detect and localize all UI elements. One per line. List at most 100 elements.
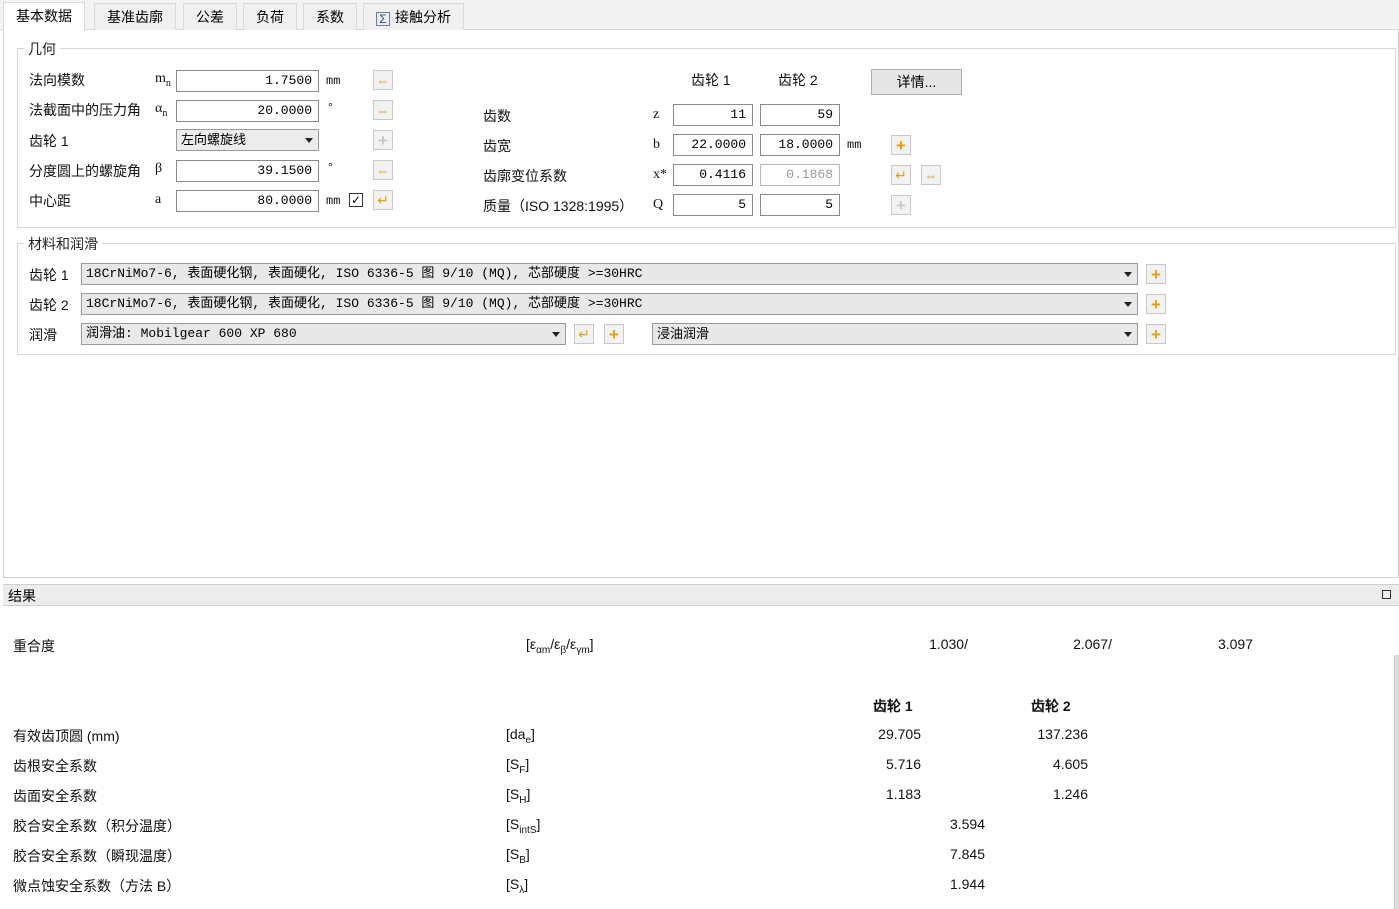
tab-load[interactable]: 负荷 [243,3,297,30]
swap-arrows-icon[interactable]: ⇔ [921,165,941,185]
arrow-left-icon[interactable]: ↵ [373,190,393,210]
result-row-gear1-value: 5.716 [885,756,921,772]
plus-icon[interactable]: + [373,130,393,150]
quality-label: 质量（ISO 1328:1995） [483,198,634,214]
swap-arrows-icon[interactable]: ⇔ [373,70,393,90]
quality-symbol: Q [653,197,664,212]
face-width-symbol: b [653,137,660,152]
material-gear2-select[interactable]: 18CrNiMo7-6, 表面硬化钢, 表面硬化, ISO 6336-5 图 9… [81,293,1138,315]
lubricant-select[interactable]: 润滑油: Mobilgear 600 XP 680 [81,323,566,345]
helix-angle-unit: ° [328,160,333,174]
results-gear2-header: 齿轮 2 [1031,698,1071,714]
lubricant-value: 润滑油: Mobilgear 600 XP 680 [86,326,297,341]
helix-angle-symbol: β [155,161,163,176]
tab-label: 接触分析 [395,9,451,25]
tab-basic-data[interactable]: 基本数据 [3,2,85,30]
profile-shift-gear2-input: 0.1868 [760,164,840,186]
chevron-down-icon [305,138,313,143]
material-gear1-label: 齿轮 1 [29,267,69,283]
plus-icon[interactable]: + [1146,324,1166,344]
tab-tolerance[interactable]: 公差 [183,3,237,30]
arrow-left-icon[interactable]: ↵ [574,324,594,344]
plus-icon[interactable]: + [1146,294,1166,314]
teeth-gear1-input[interactable]: 11 [673,104,753,126]
tab-reference-profile[interactable]: 基准齿廓 [94,3,176,30]
gear1-header: 齿轮 1 [691,72,731,88]
plus-icon[interactable]: + [604,324,624,344]
material-gear2-label: 齿轮 2 [29,297,69,313]
result-row-symbol: [SintS] [506,816,541,836]
teeth-symbol: z [653,107,660,122]
chevron-down-icon [1124,302,1132,307]
lubrication-type-select[interactable]: 浸油润滑 [652,323,1138,345]
overlap-value-1: 1.030/ [929,636,968,652]
tab-label: 基准齿廓 [107,9,163,25]
chevron-down-icon [1124,332,1132,337]
normal-module-unit: mm [326,74,341,88]
face-width-gear1-input[interactable]: 22.0000 [673,134,753,156]
overlap-value-2: 2.067/ [1073,636,1112,652]
tab-contact-analysis[interactable]: Σ 接触分析 [363,3,464,30]
swap-arrows-icon[interactable]: ⇔ [373,160,393,180]
pressure-angle-unit: ° [328,100,333,114]
quality-gear1-input[interactable]: 5 [673,194,753,216]
lubrication-type-value: 浸油润滑 [657,326,710,341]
tab-label: 基本数据 [16,8,72,24]
result-row-symbol: [Sλ] [506,876,529,896]
teeth-label: 齿数 [483,108,511,124]
lubrication-label: 润滑 [29,327,57,343]
results-gear1-header: 齿轮 1 [873,698,913,714]
result-row-gear2-value: 137.236 [1037,726,1088,742]
helix-direction-value: 左向螺旋线 [181,132,247,147]
helix-angle-label: 分度圆上的螺旋角 [29,163,141,179]
chevron-down-icon [552,332,560,337]
swap-arrows-icon[interactable]: ⇔ [373,100,393,120]
result-row-symbol: [SB] [506,846,530,866]
center-distance-checkbox[interactable]: ✓ [349,193,363,207]
profile-shift-gear1-input[interactable]: 0.4116 [673,164,753,186]
result-row-gear1-value: 1.183 [885,786,921,802]
plus-icon[interactable]: + [1146,264,1166,284]
pressure-angle-label: 法截面中的压力角 [29,102,141,118]
result-row-label: 微点蚀安全系数（方法 B） [13,878,181,894]
tab-factors[interactable]: 系数 [303,3,357,30]
quality-gear2-input[interactable]: 5 [760,194,840,216]
helix-angle-input[interactable]: 39.1500 [176,160,319,182]
results-title: 结果 [8,588,36,604]
tab-label: 负荷 [256,9,284,25]
overlap-value-3: 3.097 [1217,636,1253,652]
material-gear1-select[interactable]: 18CrNiMo7-6, 表面硬化钢, 表面硬化, ISO 6336-5 图 9… [81,263,1138,285]
details-button[interactable]: 详情... [871,69,962,95]
result-row-gear1-value: 29.705 [878,726,921,742]
sigma-icon: Σ [376,12,390,26]
results-scrollbar[interactable] [1394,655,1399,909]
geometry-title: 几何 [24,39,60,59]
result-row-label: 有效齿顶圆 (mm) [13,728,120,744]
arrow-left-icon[interactable]: ↵ [891,165,911,185]
face-width-label: 齿宽 [483,138,511,154]
face-width-unit: mm [847,138,862,152]
plus-icon[interactable]: + [891,135,911,155]
result-row-symbol: [dae] [506,726,535,746]
result-row-gear2-value: 1.246 [1052,786,1088,802]
result-row-gear2-value: 4.605 [1052,756,1088,772]
result-row-value: 3.594 [949,816,985,832]
tab-label: 公差 [196,9,224,25]
center-distance-input[interactable]: 80.0000 [176,190,319,212]
teeth-gear2-input[interactable]: 59 [760,104,840,126]
material-gear2-value: 18CrNiMo7-6, 表面硬化钢, 表面硬化, ISO 6336-5 图 9… [86,296,643,311]
normal-module-input[interactable]: 1.7500 [176,70,319,92]
result-row-label: 齿根安全系数 [13,758,97,774]
face-width-gear2-input[interactable]: 18.0000 [760,134,840,156]
result-row-label: 胶合安全系数（积分温度） [13,818,181,834]
restore-window-icon[interactable] [1382,590,1391,599]
results-header: 结果 [3,584,1399,606]
plus-icon[interactable]: + [891,195,911,215]
helix-direction-select[interactable]: 左向螺旋线 [176,129,319,151]
pressure-angle-symbol: αn [155,101,168,119]
profile-shift-symbol: x* [653,167,667,182]
pressure-angle-input[interactable]: 20.0000 [176,100,319,122]
center-distance-label: 中心距 [29,193,71,209]
overlap-label: 重合度 [13,638,55,654]
result-row-value: 1.944 [949,876,985,892]
